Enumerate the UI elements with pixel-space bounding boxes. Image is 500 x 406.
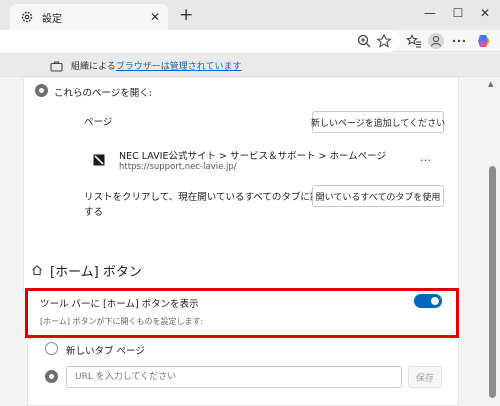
open-pages-radio[interactable] — [35, 84, 48, 97]
briefcase-icon — [50, 60, 63, 72]
clear-list-text-line2: する — [84, 207, 104, 218]
new-tab-page-radio[interactable] — [45, 342, 58, 355]
toggle-knob — [431, 297, 439, 305]
page-title: NEC LAVIE公式サイト > サービス＆サポート > ホームページ — [119, 151, 386, 162]
address-field[interactable] — [0, 30, 400, 52]
close-window-button[interactable]: ✕ — [477, 6, 493, 20]
more-menu-icon[interactable] — [451, 33, 467, 49]
favorite-star-icon[interactable] — [376, 33, 392, 49]
add-page-button[interactable]: 新しいページを追加してください — [311, 111, 445, 133]
pages-header: ページ — [84, 117, 113, 128]
settings-content: これらのページを開く: ページ 新しいページを追加してください NEC LAVI… — [0, 78, 486, 406]
scrollbar-thumb[interactable] — [489, 166, 496, 398]
show-home-toggle-desc: [ホーム] ボタンが下に開くものを設定します: — [40, 317, 204, 326]
gear-icon — [21, 11, 33, 23]
use-all-tabs-button[interactable]: 開いているすべてのタブを使用 — [312, 185, 444, 207]
profile-avatar-icon[interactable] — [428, 33, 444, 49]
save-button[interactable]: 保存 — [408, 366, 442, 388]
managed-prefix: 組織による — [71, 62, 116, 72]
home-icon — [32, 265, 42, 276]
page-url: https://support.nec-lavie.jp/ — [119, 162, 237, 172]
maximize-button[interactable]: ☐ — [450, 6, 466, 20]
site-favicon-icon — [93, 154, 105, 166]
managed-by-org-bar: 組織による ブラウザーは管理されています — [0, 53, 500, 77]
tab-close-icon[interactable]: ✕ — [150, 10, 160, 24]
copilot-icon[interactable] — [476, 33, 492, 49]
custom-url-radio[interactable] — [45, 370, 58, 383]
new-tab-button[interactable]: + — [179, 5, 193, 25]
address-bar — [0, 30, 500, 52]
title-bar: 設定 ✕ + — ☐ ✕ — [0, 0, 500, 30]
home-url-input[interactable] — [66, 366, 402, 388]
page-more-menu-icon[interactable]: … — [420, 151, 431, 164]
home-button-section-title: [ホーム] ボタン — [50, 265, 142, 280]
tab-title: 設定 — [42, 13, 62, 25]
zoom-icon[interactable] — [356, 33, 372, 49]
show-home-toggle-label: ツール バーに [ホーム] ボタンを表示 — [40, 299, 199, 310]
show-home-button-row: ツール バーに [ホーム] ボタンを表示 [ホーム] ボタンが下に開くものを設定… — [25, 288, 459, 338]
minimize-button[interactable]: — — [422, 6, 438, 20]
open-pages-label: これらのページを開く: — [54, 88, 153, 99]
managed-link[interactable]: ブラウザーは管理されています — [116, 59, 242, 72]
favorites-icon[interactable] — [406, 33, 422, 49]
show-home-toggle[interactable] — [414, 294, 442, 308]
scroll-up-arrow-icon[interactable]: ▲ — [488, 80, 493, 88]
clear-list-text-line1: リストをクリアして、現在開いているすべてのタブに設定 — [84, 192, 329, 203]
tab-settings[interactable]: 設定 ✕ — [10, 4, 168, 30]
new-tab-page-label: 新しいタブ ページ — [66, 346, 145, 357]
